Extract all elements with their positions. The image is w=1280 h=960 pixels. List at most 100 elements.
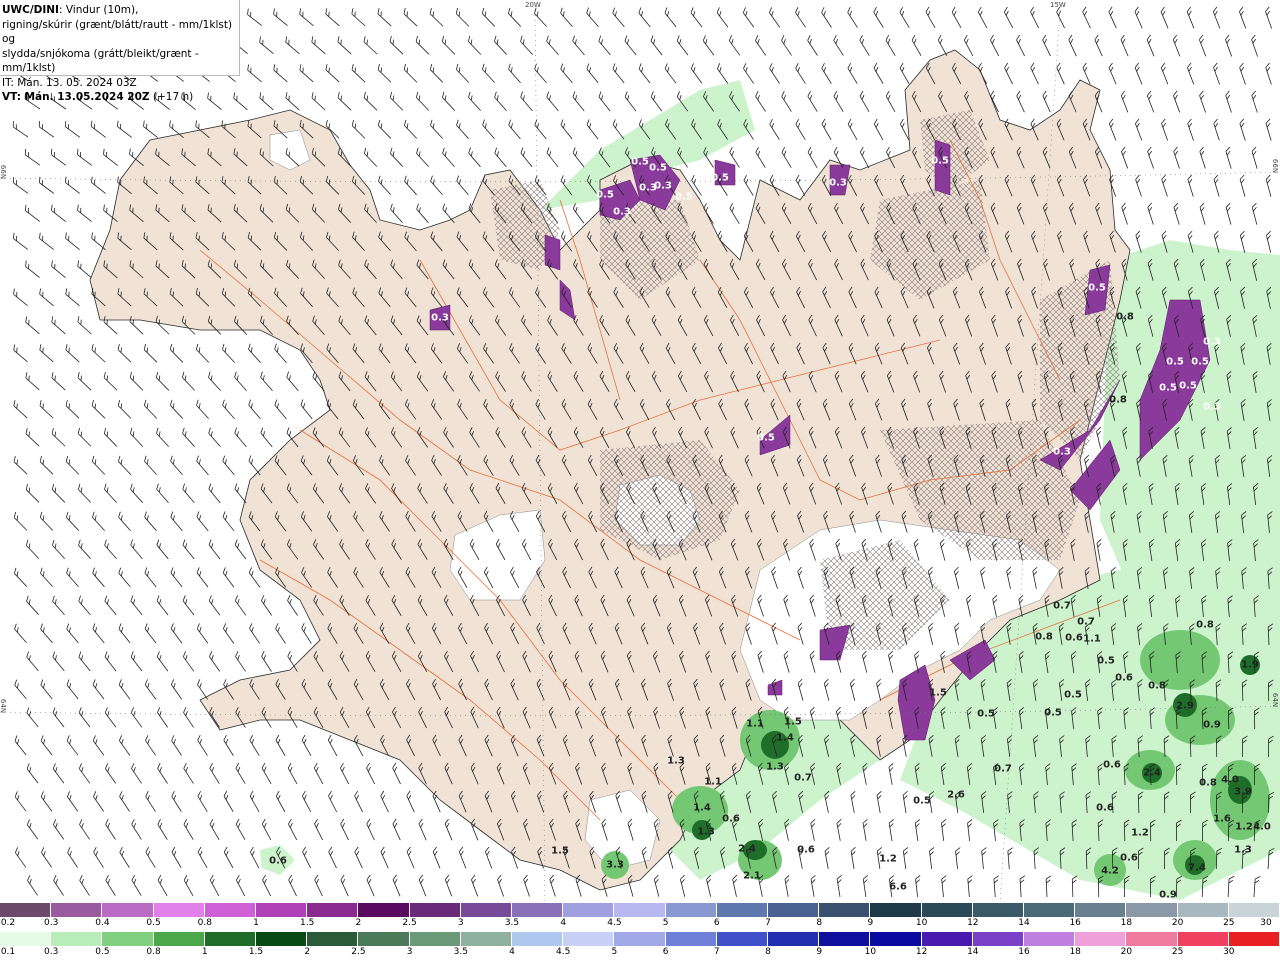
lat-label-66n-right: 66N	[1271, 158, 1280, 174]
precip-value-label: 1.5	[551, 845, 569, 857]
precip-value-label: 1.2	[1235, 821, 1253, 833]
legend-swatch	[921, 932, 973, 946]
precip-value-label: 0.3	[613, 206, 631, 218]
legend-swatch	[1024, 932, 1076, 946]
snow-legend-bar	[0, 903, 1280, 917]
precip-value-label: 1.6	[1213, 813, 1231, 825]
legend-tick-label: 0.5	[146, 918, 161, 928]
precip-value-label: 0.7	[1077, 616, 1095, 628]
legend-tick-label: 4.5	[556, 947, 571, 957]
legend-tick-label: 10	[864, 947, 877, 957]
legend-tick-label: 6	[662, 947, 669, 957]
lat-label-64n: 64N	[0, 698, 8, 714]
precip-value-label: 1.3	[766, 761, 784, 773]
precip-value-label: 0.3	[431, 312, 449, 324]
precip-value-label: 0.5	[1191, 356, 1209, 368]
legend-tick-label: 25	[1223, 918, 1235, 928]
legend-swatch	[307, 903, 359, 917]
legend-tick-label: 12	[915, 947, 928, 957]
legend-swatch	[358, 903, 410, 917]
precip-value-label: 1.2	[879, 853, 897, 865]
precip-value-label: 1.4	[776, 732, 794, 744]
precip-value-label: 0.5	[631, 156, 649, 168]
legend-tick-label: 4	[560, 918, 567, 928]
precip-value-label: 0.6	[1103, 759, 1121, 771]
init-time: IT: Mán. 13. 05. 2024 03Z	[2, 76, 137, 89]
legend-swatch	[1024, 903, 1076, 917]
legend-swatch	[1177, 932, 1229, 946]
precip-value-label: 0.3	[1203, 336, 1221, 348]
legend-tick-label: 18	[1120, 918, 1133, 928]
legend-swatch	[819, 903, 871, 917]
legend-tick-label: 0.1	[0, 947, 16, 957]
legend-swatch	[716, 903, 769, 917]
legend-swatch	[204, 903, 257, 917]
legend-swatch	[307, 932, 359, 946]
legend-swatch	[972, 903, 1025, 917]
precip-value-label: 0.5	[931, 155, 949, 167]
legend-swatch	[512, 903, 564, 917]
precip-value-label: 0.5	[757, 432, 775, 444]
legend-tick-label: 6	[713, 918, 720, 928]
precip-value-label: 1.5	[784, 716, 802, 728]
precip-value-label: 2.4	[1143, 767, 1161, 779]
precip-value-label: 0.7	[1053, 600, 1071, 612]
precip-value-label: 0.8	[1109, 394, 1127, 406]
precip-value-label: 0.3	[829, 177, 847, 189]
legend-tick-label: 2	[355, 918, 362, 928]
legend-swatch	[1075, 903, 1127, 917]
legend-tick-label: 9	[816, 947, 823, 957]
legend-tick-label: 8	[816, 918, 823, 928]
legend-tick-label: 20	[1120, 947, 1133, 957]
legend-tick-label: 2.5	[351, 947, 366, 957]
legend-swatch	[563, 903, 615, 917]
legend-swatch	[0, 932, 52, 946]
precip-value-label: 2.4	[738, 843, 756, 855]
legend-tick-label: 14	[967, 947, 979, 957]
precip-value-label: 0.5	[675, 191, 693, 203]
lon-label-15w: 15W	[1050, 1, 1066, 9]
lat-label-64n-right: 64N	[1271, 692, 1280, 708]
title-line-1: UWC/DINI: Vindur (10m),	[2, 3, 237, 18]
legend-swatch	[409, 903, 461, 917]
legend-tick-label: 3.5	[453, 947, 468, 957]
legend-swatch	[512, 932, 564, 946]
precip-value-label: 0.5	[596, 189, 614, 201]
legend-swatch	[1126, 903, 1178, 917]
valid-time-line: VT: Mán. 13.05.2024 20Z (+17 h)	[2, 90, 237, 105]
legend-swatch	[819, 932, 871, 946]
legend-tick-label: 12	[967, 918, 979, 928]
precip-value-label: 3.9	[1234, 786, 1252, 798]
legend-swatch	[972, 932, 1025, 946]
precip-value-label: 0.5	[1166, 356, 1184, 368]
legend-swatch	[665, 932, 717, 946]
precip-value-label: 1.3	[697, 826, 715, 838]
legend-tick-label: 14	[1018, 918, 1030, 928]
legend-swatch	[256, 903, 308, 917]
lat-label-66n: 66N	[0, 164, 8, 180]
precip-value-label: 0.7	[794, 772, 812, 784]
precip-value-label: 1.1	[1083, 633, 1101, 645]
precip-value-label: 0.6	[797, 844, 815, 856]
legend-tick-label: 0.2	[0, 918, 16, 928]
legend-swatch	[51, 903, 103, 917]
precip-value-label: 0.9	[1159, 889, 1177, 901]
legend-tick-label: 1	[201, 947, 208, 957]
legend-tick-label: 0.5	[95, 947, 110, 957]
precip-value-label: 1.5	[929, 687, 947, 699]
precip-value-label: 0.8	[1199, 777, 1217, 789]
legend-swatch	[870, 932, 922, 946]
precip-value-label: 0.5	[977, 708, 995, 720]
precip-value-label: 1.3	[1234, 844, 1252, 856]
legend-swatch	[51, 932, 103, 946]
precip-value-label: 7.4	[1188, 862, 1206, 874]
precip-value-label: 0.3	[1203, 401, 1221, 413]
precip-value-label: 2.9	[1176, 700, 1194, 712]
legend-swatch	[563, 932, 615, 946]
precip-value-label: 0.5	[1088, 282, 1106, 294]
legend-tick-label: 3	[457, 918, 464, 928]
legend-tick-label: 7	[765, 918, 771, 928]
precip-value-label: 0.7	[994, 763, 1012, 775]
model-name: UWC/DINI	[2, 4, 59, 16]
legend-swatch	[460, 903, 513, 917]
